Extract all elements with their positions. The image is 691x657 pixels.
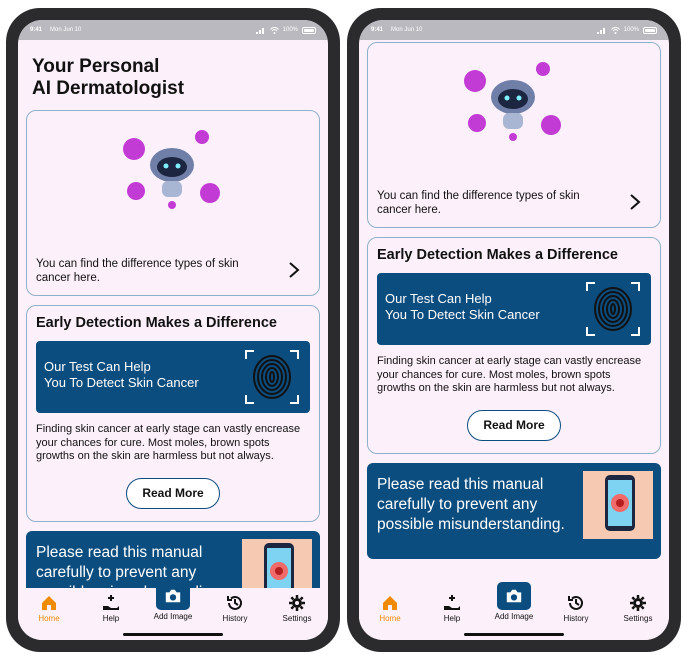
page-title-line1: Your Personal: [32, 56, 160, 77]
home-icon: [42, 596, 56, 610]
tab-home[interactable]: Home: [362, 594, 418, 623]
tab-settings-label: Settings: [623, 614, 653, 623]
detection-banner: Our Test Can Help You To Detect Skin Can…: [36, 341, 310, 413]
add-image-button[interactable]: [156, 582, 190, 610]
early-detection-body: Finding skin cancer at early stage can v…: [36, 423, 301, 462]
tab-help-label: Help: [102, 614, 120, 623]
tab-add-image-label: Add Image: [153, 612, 193, 621]
manual-text: Please read this manual carefully to pre…: [36, 543, 224, 591]
early-detection-title: Early Detection Makes a Difference: [377, 247, 618, 263]
tab-home-label: Home: [379, 614, 401, 623]
manual-card[interactable]: Please read this manual carefully to pre…: [367, 462, 661, 559]
tab-home-label: Home: [38, 614, 60, 623]
robot-illustration: [123, 130, 220, 209]
page-title-line2: AI Dermatologist: [32, 78, 185, 99]
skin-cancer-types-text: You can find the difference types of ski…: [36, 258, 239, 284]
tab-add-image[interactable]: Add Image: [145, 582, 201, 621]
help-icon: [103, 595, 119, 610]
tab-help[interactable]: Help: [424, 594, 480, 623]
wifi-icon: [610, 26, 620, 34]
page-title: Your Personal AI Dermatologist: [26, 40, 320, 110]
screen-home-top: 9:41 Mon Jun 10 100% Your Personal AI De…: [18, 20, 328, 640]
home-indicator: [464, 633, 564, 636]
tab-help[interactable]: Help: [83, 594, 139, 623]
status-date: Mon Jun 10: [50, 27, 82, 33]
signal-icon: [255, 27, 264, 34]
screen-home-scrolled: 9:41 Mon Jun 10 100% You can find the di…: [359, 20, 669, 640]
gear-icon: [289, 595, 305, 611]
detection-banner: Our Test Can Help You To Detect Skin Can…: [377, 273, 651, 345]
system-icons: 100%: [255, 26, 316, 34]
skin-cancer-types-card[interactable]: You can find the difference types of ski…: [26, 110, 320, 296]
home-indicator: [123, 633, 223, 636]
status-date: Mon Jun 10: [391, 27, 423, 33]
help-icon: [444, 595, 460, 610]
gear-icon: [630, 595, 646, 611]
add-image-button[interactable]: [497, 582, 531, 610]
battery-icon: [643, 26, 657, 34]
fingerprint-icon: [245, 350, 299, 404]
wifi-icon: [269, 26, 279, 34]
status-bar: 9:41 Mon Jun 10 100%: [359, 20, 669, 40]
phone-scan-illustration: [242, 538, 312, 590]
camera-icon: [165, 589, 181, 603]
home-icon: [383, 596, 397, 610]
status-time: 9:41: [371, 27, 384, 33]
tab-history-label: History: [563, 614, 589, 623]
skin-cancer-types-text: You can find the difference types of ski…: [377, 190, 580, 216]
chevron-right-icon[interactable]: [287, 261, 301, 279]
early-detection-card: Early Detection Makes a Difference Our T…: [26, 305, 320, 522]
skin-cancer-types-card[interactable]: You can find the difference types of ski…: [367, 42, 661, 228]
stage: 9:41 Mon Jun 10 100% Your Personal AI De…: [0, 0, 691, 657]
fingerprint-icon: [586, 282, 640, 336]
main-content[interactable]: Your Personal AI Dermatologist You can f…: [18, 40, 328, 590]
signal-icon: [596, 27, 605, 34]
tab-add-image[interactable]: Add Image: [486, 582, 542, 621]
tab-settings-label: Settings: [282, 614, 312, 623]
early-detection-card: Early Detection Makes a Difference Our T…: [367, 237, 661, 454]
tab-add-image-label: Add Image: [494, 612, 534, 621]
status-bar: 9:41 Mon Jun 10 100%: [18, 20, 328, 40]
device-right: 9:41 Mon Jun 10 100% You can find the di…: [347, 8, 681, 652]
tab-settings[interactable]: Settings: [610, 594, 666, 623]
phone-scan-illustration: [583, 470, 653, 539]
robot-illustration: [464, 62, 561, 141]
battery-percent: 100%: [282, 27, 298, 33]
manual-text: Please read this manual carefully to pre…: [377, 475, 565, 533]
camera-icon: [506, 589, 522, 603]
status-time: 9:41: [30, 27, 43, 33]
early-detection-body: Finding skin cancer at early stage can v…: [377, 355, 642, 394]
main-content[interactable]: You can find the difference types of ski…: [359, 40, 669, 590]
early-detection-title: Early Detection Makes a Difference: [36, 315, 277, 331]
history-icon: [227, 595, 242, 610]
tab-history-label: History: [222, 614, 248, 623]
read-more-button[interactable]: Read More: [126, 477, 220, 509]
chevron-right-icon[interactable]: [628, 193, 642, 211]
device-left: 9:41 Mon Jun 10 100% Your Personal AI De…: [6, 8, 340, 652]
history-icon: [568, 595, 583, 610]
battery-percent: 100%: [623, 27, 639, 33]
tab-history[interactable]: History: [548, 594, 604, 623]
tab-settings[interactable]: Settings: [269, 594, 325, 623]
read-more-button[interactable]: Read More: [467, 409, 561, 441]
tab-history[interactable]: History: [207, 594, 263, 623]
tab-help-label: Help: [443, 614, 461, 623]
battery-icon: [302, 26, 316, 34]
system-icons: 100%: [596, 26, 657, 34]
tab-home[interactable]: Home: [21, 594, 77, 623]
